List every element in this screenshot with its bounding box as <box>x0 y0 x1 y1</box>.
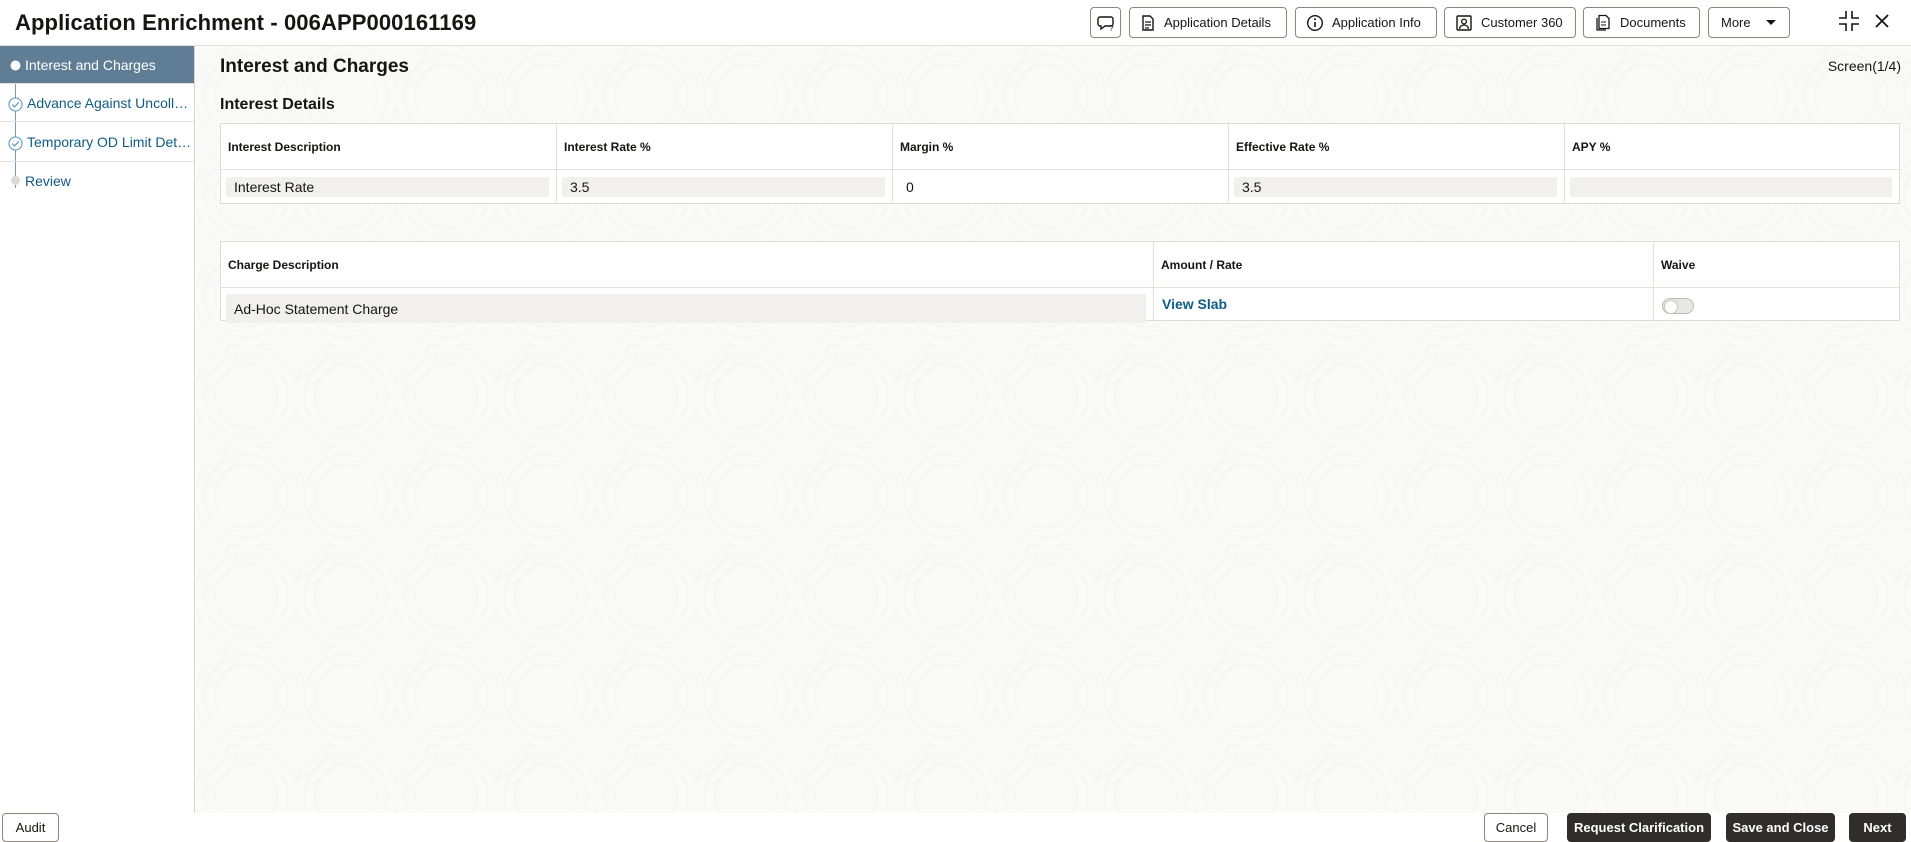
effective-rate-value: 3.5 <box>1234 177 1557 197</box>
caret-down-icon <box>1765 19 1776 25</box>
application-info-button[interactable]: Application Info <box>1295 7 1437 38</box>
table-cell: 0 <box>893 170 1229 203</box>
charge-description-value: Ad-Hoc Statement Charge <box>226 294 1146 323</box>
section-title: Interest and Charges <box>220 56 409 77</box>
waive-toggle[interactable] <box>1662 298 1694 314</box>
apy-value <box>1570 177 1892 197</box>
more-label: More <box>1721 15 1751 30</box>
column-header: Effective Rate % <box>1229 124 1565 170</box>
customer-360-button[interactable]: Customer 360 <box>1444 7 1576 38</box>
audit-button[interactable]: Audit <box>2 813 59 842</box>
application-details-label: Application Details <box>1164 15 1271 30</box>
info-icon <box>1306 14 1324 31</box>
interest-details-title: Interest Details <box>220 96 335 113</box>
documents-button[interactable]: Documents <box>1583 7 1700 38</box>
collapse-icon[interactable] <box>1838 10 1860 32</box>
check-circle-icon <box>8 97 23 112</box>
column-header: Amount / Rate <box>1154 242 1654 288</box>
pending-step-dot-icon <box>11 176 20 185</box>
chat-button[interactable]: ? <box>1090 7 1121 38</box>
table-cell <box>1654 288 1899 320</box>
app-header: Application Enrichment - 006APP000161169… <box>0 0 1911 46</box>
close-icon[interactable] <box>1874 13 1890 29</box>
column-header: Interest Rate % <box>557 124 893 170</box>
application-info-label: Application Info <box>1332 15 1421 30</box>
more-button[interactable]: More <box>1708 7 1790 38</box>
application-details-button[interactable]: Application Details <box>1129 7 1287 38</box>
person-card-icon <box>1456 14 1472 31</box>
column-header: Charge Description <box>221 242 1154 288</box>
interest-rate-value: 3.5 <box>562 177 885 197</box>
sidebar-item-advance-against-uncollected[interactable]: Advance Against Uncollected Funds <box>0 84 194 122</box>
table-cell <box>1565 170 1899 203</box>
page-title: Application Enrichment - 006APP000161169 <box>15 10 477 35</box>
documents-icon <box>1596 14 1610 31</box>
cancel-button[interactable]: Cancel <box>1484 813 1548 842</box>
table-cell: 3.5 <box>1229 170 1565 203</box>
table-cell: View Slab <box>1154 288 1654 320</box>
column-header: APY % <box>1565 124 1899 170</box>
next-button[interactable]: Next <box>1849 813 1906 842</box>
sidebar-item-review[interactable]: Review <box>0 162 194 200</box>
check-circle-icon <box>8 136 23 151</box>
sidebar-item-interest-and-charges[interactable]: Interest and Charges <box>0 46 194 84</box>
action-footer: Audit Cancel Request Clarification Save … <box>0 813 1911 842</box>
table-cell: 3.5 <box>557 170 893 203</box>
documents-label: Documents <box>1620 15 1686 30</box>
step-navigation: Interest and Charges Advance Against Unc… <box>0 46 195 813</box>
customer-360-label: Customer 360 <box>1481 15 1563 30</box>
column-header: Margin % <box>893 124 1229 170</box>
request-clarification-button[interactable]: Request Clarification <box>1567 813 1711 842</box>
column-header: Waive <box>1654 242 1899 288</box>
view-slab-link[interactable]: View Slab <box>1162 296 1227 312</box>
interest-details-table: Interest Description Interest Rate % Mar… <box>220 123 1900 204</box>
main-content: Interest and Charges Screen(1/4) Interes… <box>196 46 1911 813</box>
screen-indicator: Screen(1/4) <box>1827 58 1901 74</box>
interest-description-value: Interest Rate <box>226 177 549 197</box>
document-icon <box>1142 14 1154 31</box>
charges-table: Charge Description Amount / Rate Waive A… <box>220 241 1900 323</box>
save-and-close-button[interactable]: Save and Close <box>1726 813 1835 842</box>
table-cell: Ad-Hoc Statement Charge <box>221 288 1154 323</box>
margin-value[interactable]: 0 <box>898 177 1221 197</box>
chat-question-icon: ? <box>1096 15 1114 33</box>
table-cell: Interest Rate <box>221 170 557 203</box>
svg-text:?: ? <box>1109 24 1114 33</box>
column-header: Interest Description <box>221 124 557 170</box>
sidebar-item-temporary-od-limit[interactable]: Temporary OD Limit Details <box>0 122 194 162</box>
active-step-dot-icon <box>10 60 21 71</box>
